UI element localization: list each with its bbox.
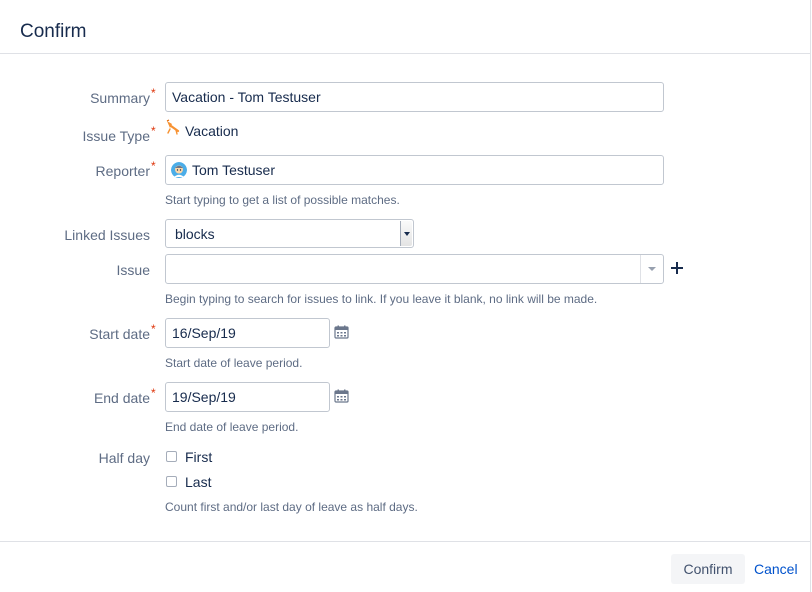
half-day-last-label[interactable]: Last <box>185 474 211 490</box>
confirm-button[interactable]: Confirm <box>671 554 745 584</box>
start-date-help: Start date of leave period. <box>165 356 303 370</box>
dialog-title: Confirm <box>20 21 87 42</box>
beach-chair-icon <box>166 119 180 135</box>
half-day-help: Count first and/or last day of leave as … <box>165 500 418 514</box>
reporter-input[interactable]: Tom Testuser <box>165 155 664 185</box>
issue-type-value: Vacation <box>185 123 239 139</box>
user-avatar-icon <box>171 162 187 178</box>
reporter-help: Start typing to get a list of possible m… <box>165 193 400 207</box>
end-date-help: End date of leave period. <box>165 420 299 434</box>
half-day-first-checkbox[interactable] <box>166 451 177 462</box>
start-date-input[interactable] <box>165 318 330 348</box>
start-date-label: Start date <box>89 326 150 342</box>
issue-help: Begin typing to search for issues to lin… <box>165 292 598 306</box>
issue-type-label: Issue Type <box>82 128 150 144</box>
cancel-link[interactable]: Cancel <box>754 554 798 584</box>
end-date-label: End date <box>93 390 150 406</box>
issue-picker-input[interactable] <box>165 254 664 284</box>
reporter-label: Reporter <box>95 163 150 179</box>
half-day-label: Half day <box>98 450 150 466</box>
dialog-footer: Confirm Cancel <box>0 541 811 592</box>
required-marker: * <box>151 386 156 400</box>
calendar-icon[interactable] <box>334 389 349 403</box>
reporter-value: Tom Testuser <box>192 162 275 178</box>
add-issue-plus-icon[interactable] <box>670 261 684 275</box>
required-marker: * <box>151 124 156 138</box>
dropdown-arrow-icon[interactable] <box>640 255 663 283</box>
required-marker: * <box>151 322 156 336</box>
dialog-header: Confirm <box>0 0 810 54</box>
half-day-first-label[interactable]: First <box>185 449 212 465</box>
calendar-icon[interactable] <box>334 325 349 339</box>
confirm-dialog: Confirm Summary * Issue Type * Vacation … <box>0 0 811 592</box>
select-arrow-icon <box>400 221 412 246</box>
half-day-last-checkbox[interactable] <box>166 476 177 487</box>
end-date-input[interactable] <box>165 382 330 412</box>
summary-label: Summary <box>90 90 150 106</box>
required-marker: * <box>151 159 156 173</box>
link-type-value: blocks <box>175 226 215 242</box>
link-type-select[interactable]: blocks <box>165 219 414 248</box>
summary-input[interactable] <box>165 82 664 112</box>
required-marker: * <box>151 86 156 100</box>
linked-issues-label: Linked Issues <box>64 227 150 243</box>
issue-label: Issue <box>116 262 150 278</box>
